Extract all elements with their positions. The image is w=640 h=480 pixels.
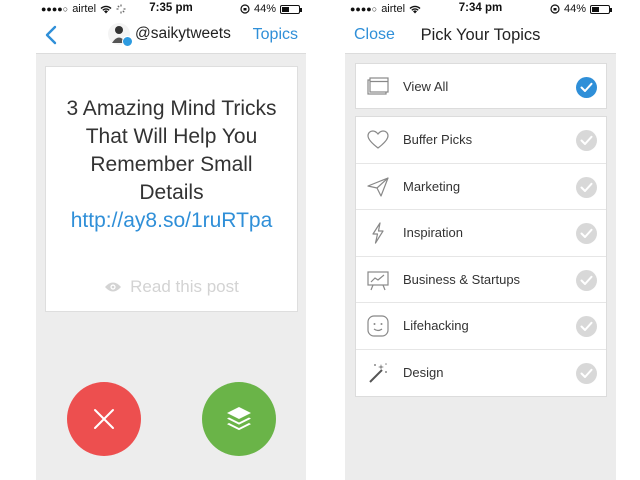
topic-label: Inspiration — [403, 225, 463, 240]
avatar — [108, 23, 133, 47]
post-screen: ●●●●○ airtel 7:35 pm 44% @saikytweets To… — [36, 0, 306, 480]
topic-label: Business & Startups — [403, 271, 521, 287]
battery-icon — [280, 4, 302, 14]
checkmark-icon[interactable] — [576, 223, 597, 244]
topic-row-design[interactable]: Design — [356, 350, 606, 397]
battery-percent: 44% — [563, 3, 586, 15]
battery-percent: 44% — [253, 3, 276, 15]
orientation-lock-icon — [240, 4, 250, 14]
account-header: @saikytweets — [108, 23, 231, 47]
nav-bar: @saikytweets Topics — [36, 18, 306, 54]
topic-row-business-startups[interactable]: Business & Startups — [356, 257, 606, 303]
checkmark-icon[interactable] — [576, 362, 597, 384]
topic-row-inspiration[interactable]: Inspiration — [356, 210, 606, 257]
checkmark-icon[interactable] — [576, 176, 597, 198]
add-to-buffer-button[interactable] — [202, 382, 276, 456]
dismiss-button[interactable] — [67, 382, 141, 456]
back-chevron-icon[interactable] — [40, 22, 64, 48]
topic-label: View All — [403, 79, 449, 94]
nav-bar: Close Pick Your Topics — [345, 18, 616, 54]
account-handle: @saikytweets — [135, 25, 231, 42]
checkmark-icon[interactable] — [576, 130, 597, 151]
checkmark-icon[interactable] — [576, 316, 597, 337]
checkmark-icon[interactable] — [576, 269, 597, 291]
battery-fill — [282, 6, 290, 12]
topic-label: Lifehacking — [403, 318, 469, 333]
view-all-group: View All — [355, 63, 607, 109]
smiley-icon — [367, 315, 389, 337]
page-title: Pick Your Topics — [420, 26, 541, 44]
status-bar: ●●●●○ airtel 7:34 pm 44% — [345, 0, 616, 18]
topics-list: Buffer Picks Marketing Inspiration Busin… — [355, 116, 607, 397]
window-icon — [367, 77, 389, 95]
magic-wand-icon — [369, 362, 387, 383]
topics-link[interactable]: Topics — [253, 26, 298, 44]
chart-board-icon — [367, 270, 389, 290]
post-text: 3 Amazing Mind Tricks That Will Help You… — [46, 95, 297, 235]
topic-row-lifehacking[interactable]: Lifehacking — [356, 303, 606, 350]
read-post-link[interactable]: Read this post — [46, 277, 297, 297]
heart-icon — [367, 130, 389, 149]
lightning-icon — [372, 222, 384, 244]
verified-badge-icon — [122, 36, 133, 47]
topic-row-view-all[interactable]: View All — [356, 64, 606, 111]
topic-row-marketing[interactable]: Marketing — [356, 164, 606, 210]
buffer-stack-icon — [227, 407, 251, 431]
topic-label: Marketing — [403, 178, 461, 194]
battery-icon — [590, 4, 612, 14]
post-link[interactable]: http://ay8.so/1ruRTpa — [71, 209, 273, 232]
checkmark-icon[interactable] — [576, 77, 597, 98]
battery-fill — [592, 6, 600, 12]
paper-plane-icon — [367, 176, 389, 197]
status-bar: ●●●●○ airtel 7:35 pm 44% — [36, 0, 306, 18]
post-title: 3 Amazing Mind Tricks That Will Help You… — [66, 97, 277, 204]
topics-screen: ●●●●○ airtel 7:34 pm 44% Close Pick Your… — [345, 0, 616, 480]
eye-icon — [105, 282, 122, 292]
orientation-lock-icon — [550, 4, 560, 14]
read-post-label: Read this post — [130, 277, 239, 296]
close-icon — [94, 409, 114, 429]
topic-label: Design — [403, 364, 444, 380]
topic-label: Buffer Picks — [403, 132, 473, 147]
post-card: 3 Amazing Mind Tricks That Will Help You… — [45, 66, 298, 312]
topic-row-buffer-picks[interactable]: Buffer Picks — [356, 117, 606, 164]
